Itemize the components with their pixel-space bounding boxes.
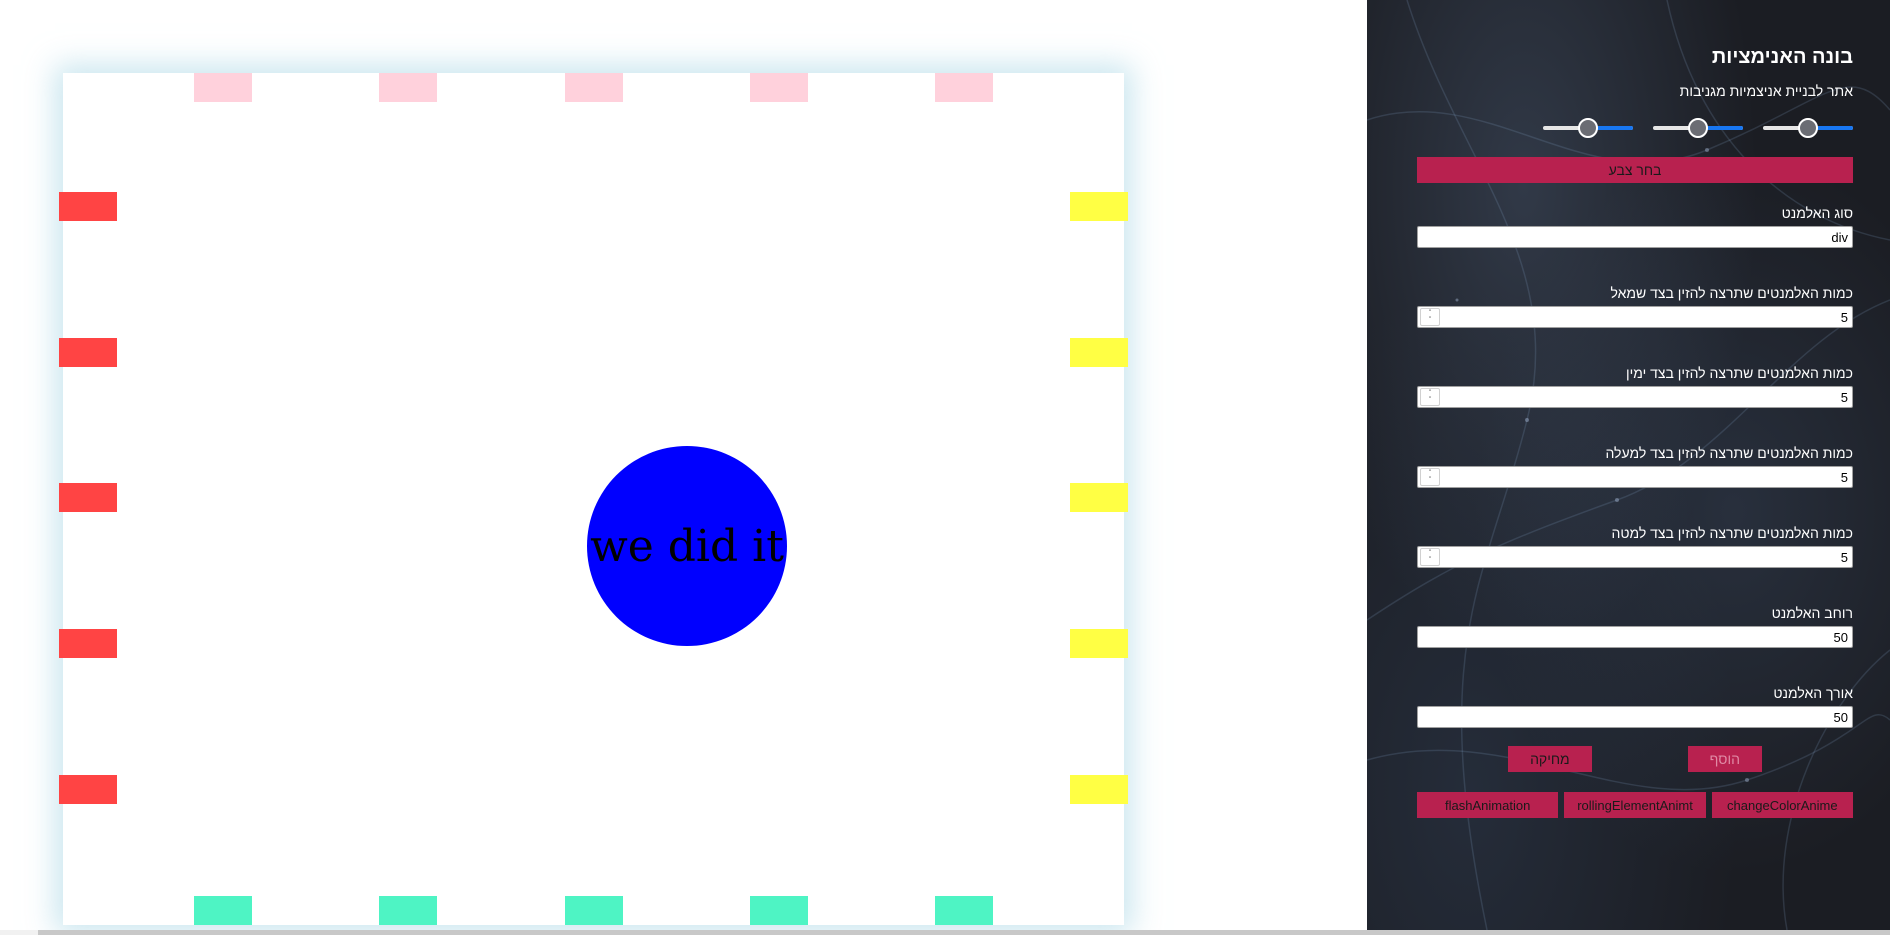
control-panel: בונה האנימציות אתר לבניית אניצמיות מגניב… — [1367, 0, 1890, 930]
top-element — [565, 73, 623, 102]
count-top-input[interactable]: 5 ˄ ˅ — [1417, 466, 1853, 488]
count-left-label: כמות האלמנטים שתרצה להזין בצד שמאל — [1610, 285, 1853, 301]
action-buttons: הוסף מחיקה — [1417, 746, 1853, 772]
range-slider-2[interactable] — [1653, 117, 1743, 139]
spinner-arrows-icon[interactable]: ˄ ˅ — [1420, 468, 1440, 486]
top-element — [194, 73, 252, 102]
choose-color-button[interactable]: בחר צבע — [1417, 157, 1853, 183]
element-type-field: סוג האלמנט div — [1417, 205, 1853, 248]
element-width-value: 50 — [1833, 629, 1848, 645]
element-width-label: רוחב האלמנט — [1771, 605, 1853, 621]
animation-stage: we did it — [59, 73, 1128, 925]
count-top-field: כמות האלמנטים שתרצה להזין בצד למעלה 5 ˄ ˅ — [1417, 445, 1853, 488]
slider-thumb[interactable] — [1798, 118, 1818, 138]
slider-group — [1417, 117, 1853, 139]
count-bottom-label: כמות האלמנטים שתרצה להזין בצד למטה — [1611, 525, 1853, 541]
element-height-value: 50 — [1833, 709, 1848, 725]
count-left-field: כמות האלמנטים שתרצה להזין בצד שמאל 5 ˄ ˅ — [1417, 285, 1853, 328]
flash-animation-button[interactable]: flashAnimation — [1417, 792, 1559, 818]
count-right-field: כמות האלמנטים שתרצה להזין בצד ימין 5 ˄ ˅ — [1417, 365, 1853, 408]
slider-thumb[interactable] — [1688, 118, 1708, 138]
right-element — [1070, 483, 1128, 512]
element-width-field: רוחב האלמנט 50 — [1417, 605, 1853, 648]
slider-thumb[interactable] — [1578, 118, 1598, 138]
spinner-arrows-icon[interactable]: ˄ ˅ — [1420, 308, 1440, 326]
element-height-label: אורך האלמנט — [1773, 685, 1853, 701]
left-element — [59, 483, 117, 512]
center-text: we did it — [590, 520, 784, 572]
count-right-value: 5 — [1840, 389, 1848, 405]
horizontal-scrollbar[interactable] — [0, 930, 1890, 935]
rolling-element-animation-button[interactable]: rollingElementAnimt — [1564, 792, 1706, 818]
animation-buttons: changeColorAnime rollingElementAnimt fla… — [1417, 792, 1853, 818]
right-element — [1070, 629, 1128, 658]
range-slider-1[interactable] — [1763, 117, 1853, 139]
count-top-value: 5 — [1840, 469, 1848, 485]
element-height-field: אורך האלמנט 50 — [1417, 685, 1853, 728]
bottom-element — [194, 896, 252, 925]
change-color-animation-button[interactable]: changeColorAnime — [1711, 792, 1853, 818]
right-element — [1070, 338, 1128, 367]
element-type-label: סוג האלמנט — [1781, 205, 1853, 221]
left-element — [59, 629, 117, 658]
count-left-value: 5 — [1840, 309, 1848, 325]
spinner-arrows-icon[interactable]: ˄ ˅ — [1420, 548, 1440, 566]
bottom-element — [565, 896, 623, 925]
app-subtitle: אתר לבניית אניצמיות מגניבות — [1679, 83, 1853, 99]
top-element — [379, 73, 437, 102]
element-height-input[interactable]: 50 — [1417, 706, 1853, 728]
count-right-label: כמות האלמנטים שתרצה להזין בצד ימין — [1626, 365, 1853, 381]
count-top-label: כמות האלמנטים שתרצה להזין בצד למעלה — [1605, 445, 1853, 461]
left-element — [59, 192, 117, 221]
element-type-input[interactable]: div — [1417, 226, 1853, 248]
count-bottom-input[interactable]: 5 ˄ ˅ — [1417, 546, 1853, 568]
bottom-element — [935, 896, 993, 925]
delete-button[interactable]: מחיקה — [1508, 746, 1592, 772]
left-element — [59, 338, 117, 367]
bottom-element — [750, 896, 808, 925]
right-element — [1070, 775, 1128, 804]
top-element — [750, 73, 808, 102]
bottom-element — [379, 896, 437, 925]
element-type-value: div — [1831, 229, 1848, 245]
range-slider-3[interactable] — [1543, 117, 1633, 139]
count-bottom-field: כמות האלמנטים שתרצה להזין בצד למטה 5 ˄ ˅ — [1417, 525, 1853, 568]
top-element — [935, 73, 993, 102]
spinner-arrows-icon[interactable]: ˄ ˅ — [1420, 388, 1440, 406]
app-title: בונה האנימציות — [1711, 46, 1853, 68]
count-bottom-value: 5 — [1840, 549, 1848, 565]
right-element — [1070, 192, 1128, 221]
add-button[interactable]: הוסף — [1687, 746, 1762, 772]
count-right-input[interactable]: 5 ˄ ˅ — [1417, 386, 1853, 408]
count-left-input[interactable]: 5 ˄ ˅ — [1417, 306, 1853, 328]
scrollbar-thumb[interactable] — [38, 930, 1890, 935]
left-element — [59, 775, 117, 804]
element-width-input[interactable]: 50 — [1417, 626, 1853, 648]
center-circle: we did it — [587, 446, 787, 646]
